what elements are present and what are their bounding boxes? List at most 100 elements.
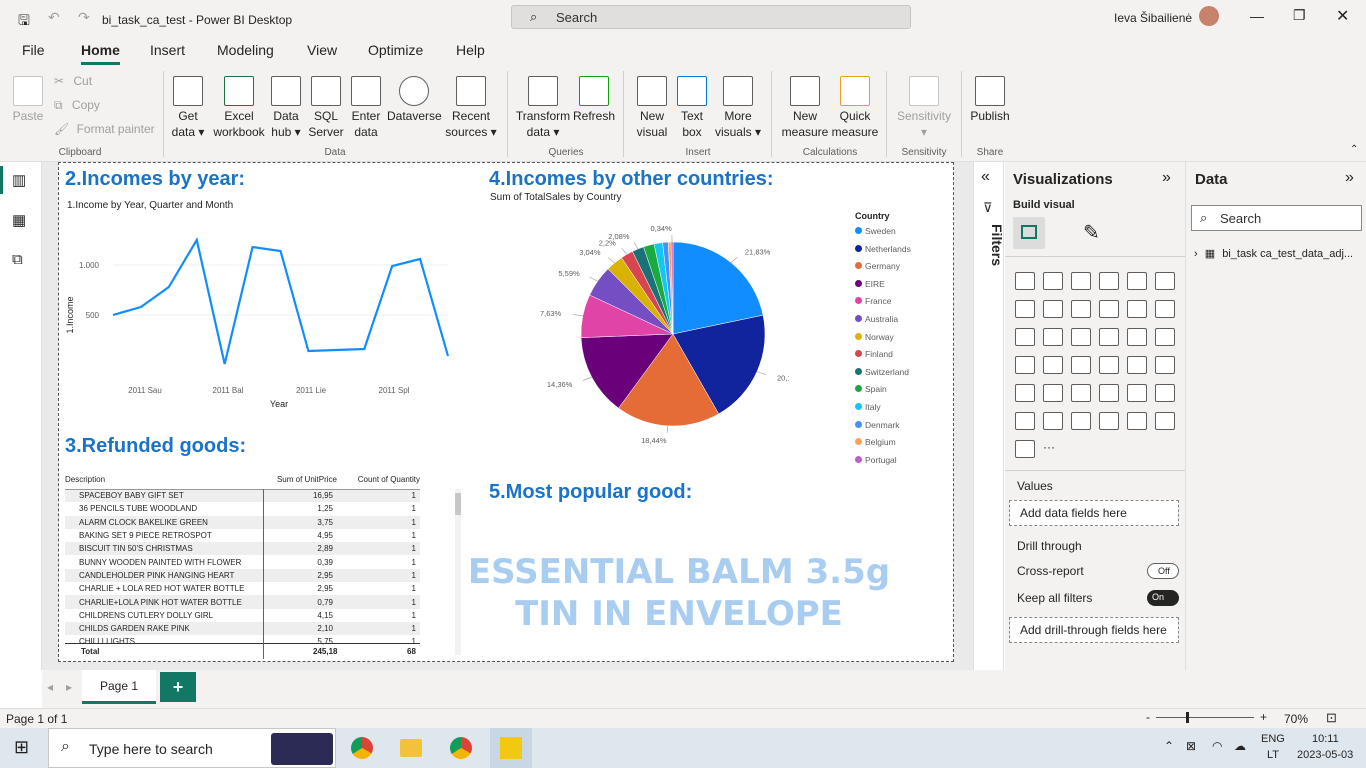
table-row[interactable]: CHARLIE + LOLA RED HOT WATER BOTTLE 2,95 1	[65, 582, 420, 596]
smart-narrative-icon[interactable]	[1071, 412, 1091, 430]
lang-label[interactable]: ENG	[1261, 733, 1285, 745]
tab-insert[interactable]: Insert	[150, 42, 185, 58]
fit-page-icon[interactable]: ⊡	[1326, 710, 1337, 726]
next-page-icon[interactable]: ▸	[66, 680, 72, 694]
filters-pane[interactable]: « ⊽ Filters	[973, 162, 1005, 670]
table-row[interactable]: CHARLIE+LOLA PINK HOT WATER BOTTLE 0,79 1	[65, 595, 420, 609]
restore-icon[interactable]: ❐	[1293, 7, 1306, 24]
clustered-bar-icon[interactable]	[1071, 272, 1091, 290]
data-table-item[interactable]: › ▦ bi_task ca_test_data_adj...	[1194, 247, 1364, 260]
chrome-icon[interactable]	[351, 737, 373, 759]
tab-help[interactable]: Help	[456, 42, 485, 58]
powerbi-taskbar-item[interactable]	[490, 728, 532, 768]
save-icon[interactable]: 🖫	[18, 10, 30, 34]
taskbar-search[interactable]: ⌕ Type here to search	[48, 728, 336, 768]
legend-item-netherlands[interactable]: Netherlands	[855, 244, 945, 262]
format-painter-button[interactable]: 🖌 Format painter	[54, 122, 155, 136]
treemap-icon[interactable]	[1155, 328, 1175, 346]
model-view-icon[interactable]: ⧉	[12, 251, 23, 268]
legend-item-australia[interactable]: Australia	[855, 314, 945, 332]
data-hub-button[interactable]: Data hub ▾	[268, 76, 304, 140]
region-label[interactable]: LT	[1267, 749, 1279, 761]
file-explorer-icon[interactable]	[400, 739, 422, 757]
zoom-thumb[interactable]	[1186, 712, 1189, 723]
card-icon[interactable]	[1099, 356, 1119, 374]
pie-chart[interactable]: 21,83% 20,11% 18,44% 14,36% 7,63% 5,59% 3,04% 2…	[529, 218, 789, 458]
tray-chevron-icon[interactable]: ⌃	[1164, 739, 1174, 753]
funnel-icon[interactable]	[1043, 328, 1063, 346]
most-popular-card[interactable]: ESSENTIAL BALM 3.5g TIN IN ENVELOPE	[459, 551, 899, 635]
zoom-out-icon[interactable]: -	[1146, 710, 1150, 724]
col-description[interactable]: Description	[65, 471, 261, 489]
clock-time[interactable]: 10:11	[1312, 733, 1339, 745]
table-row[interactable]: CHILDS GARDEN RAKE PINK 2,10 1	[65, 621, 420, 636]
power-automate-icon[interactable]	[1015, 440, 1035, 458]
refresh-button[interactable]: Refresh	[572, 76, 616, 124]
tab-file[interactable]: File	[22, 42, 45, 58]
redo-icon[interactable]: ↷	[78, 9, 90, 26]
col-quantity[interactable]: Count of Quantity	[337, 471, 420, 489]
zoom-slider[interactable]	[1156, 717, 1254, 718]
search-box[interactable]: ⌕ Search	[511, 5, 911, 29]
power-apps-icon[interactable]	[1155, 412, 1175, 430]
keep-filters-toggle[interactable]: On	[1147, 590, 1179, 606]
python-visual-icon[interactable]	[1127, 384, 1147, 402]
trophy-icon[interactable]	[1099, 412, 1119, 430]
data-search-input[interactable]: ⌕ Search	[1191, 205, 1362, 231]
legend-item-sweden[interactable]: Sweden	[855, 226, 945, 244]
refunded-table[interactable]: Description Sum of UnitPrice Count of Qu…	[65, 471, 461, 659]
new-visual-button[interactable]: New visual	[632, 76, 672, 140]
line-chart[interactable]: 1.000 500 2011 Sau 2011 Bal 2011 Lie 2011 Spl…	[63, 215, 463, 410]
decomposition-tree-icon[interactable]	[1015, 412, 1035, 430]
more-visuals-button[interactable]: More visuals ▾	[712, 76, 764, 140]
paste-button[interactable]: Paste	[10, 76, 46, 124]
add-page-button[interactable]: +	[160, 672, 196, 702]
zoom-in-icon[interactable]: +	[1260, 710, 1267, 724]
add-data-fields[interactable]: Add data fields here	[1009, 500, 1179, 526]
enter-data-button[interactable]: Enter data	[348, 76, 384, 140]
collapse-data-icon[interactable]: »	[1345, 169, 1354, 187]
col-unitprice[interactable]: Sum of UnitPrice	[261, 471, 337, 489]
quick-measure-button[interactable]: Quick measure	[830, 76, 880, 140]
chrome-profile-icon[interactable]	[450, 737, 472, 759]
kpi-icon[interactable]	[1155, 356, 1175, 374]
cloud-icon[interactable]: ☁	[1234, 739, 1246, 753]
legend-item-belgium[interactable]: Belgium	[855, 437, 945, 455]
table-row[interactable]: SPACEBOY BABY GIFT SET 16,95 1	[65, 489, 420, 503]
legend-item-italy[interactable]: Italy	[855, 402, 945, 420]
donut-icon[interactable]	[1127, 328, 1147, 346]
100-bar-icon[interactable]	[1127, 272, 1147, 290]
tab-optimize[interactable]: Optimize	[368, 42, 423, 58]
chevron-right-icon[interactable]: ›	[1194, 248, 1198, 260]
table-row[interactable]: CANDLEHOLDER PINK HANGING HEART 2,95 1	[65, 568, 420, 583]
legend-item-switzerland[interactable]: Switzerland	[855, 367, 945, 385]
stacked-area-icon[interactable]	[1071, 300, 1091, 318]
add-drill-fields[interactable]: Add drill-through fields here	[1009, 617, 1179, 643]
gauge-icon[interactable]	[1071, 356, 1091, 374]
table-icon[interactable]	[1043, 384, 1063, 402]
legend-item-spain[interactable]: Spain	[855, 384, 945, 402]
line-column-icon[interactable]	[1099, 300, 1119, 318]
tab-modeling[interactable]: Modeling	[217, 42, 274, 58]
publish-button[interactable]: Publish	[968, 76, 1012, 124]
report-view-icon[interactable]: ▥	[12, 171, 26, 189]
get-data-button[interactable]: Get data ▾	[170, 76, 206, 140]
line-icon[interactable]	[1015, 300, 1035, 318]
sql-server-button[interactable]: SQL Server	[308, 76, 344, 140]
collapse-ribbon-icon[interactable]: ⌃	[1350, 144, 1358, 155]
waterfall-icon[interactable]	[1015, 328, 1035, 346]
area-icon[interactable]	[1043, 300, 1063, 318]
clock-date[interactable]: 2023-05-03	[1297, 749, 1353, 761]
prev-page-icon[interactable]: ◂	[47, 680, 53, 694]
filled-map-icon[interactable]	[1043, 356, 1063, 374]
map-icon[interactable]	[1015, 356, 1035, 374]
windows-start-icon[interactable]: ⊞	[14, 737, 29, 758]
scatter-icon[interactable]	[1071, 328, 1091, 346]
sensitivity-button[interactable]: Sensitivity ▾	[893, 76, 955, 140]
table-row[interactable]: BISCUIT TIN 50'S CHRISTMAS 2,89 1	[65, 542, 420, 556]
legend-item-portugal[interactable]: Portugal	[855, 455, 945, 473]
tray-icon[interactable]: ⊠	[1186, 739, 1196, 753]
text-box-button[interactable]: Text box	[674, 76, 710, 140]
more-icon[interactable]: ···	[1043, 440, 1063, 458]
legend-item-finland[interactable]: Finland	[855, 349, 945, 367]
